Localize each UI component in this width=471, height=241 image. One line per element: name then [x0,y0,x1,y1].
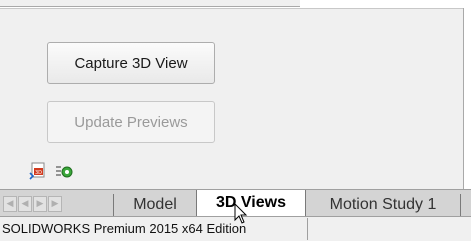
3d-view-icon[interactable]: 3D [29,162,47,180]
tab-model[interactable]: Model [113,194,197,217]
tab-motion-study-1[interactable]: Motion Study 1 [305,194,461,217]
top-toolbar-edge [0,0,471,8]
status-text: SOLIDWORKS Premium 2015 x64 Edition [2,221,247,236]
last-tab-icon[interactable]: ▶ [48,196,62,212]
capture-3d-view-button[interactable]: Capture 3D View [47,42,215,84]
panel-divider [0,8,463,9]
top-toolbar-segment [0,0,300,7]
tab-scroll-buttons: ◀ ◀ ▶ ▶ [3,196,63,212]
first-tab-icon[interactable]: ◀ [3,196,17,212]
tab-3d-views[interactable]: 3D Views [196,190,306,217]
mouse-cursor-icon [234,203,248,224]
update-previews-button[interactable]: Update Previews [47,101,215,143]
solidworks-window: Capture 3D View Update Previews 3D ◀ ◀ ▶… [0,0,471,241]
status-divider [307,218,308,240]
next-tab-icon[interactable]: ▶ [33,196,47,212]
svg-text:3D: 3D [35,170,42,176]
prev-tab-icon[interactable]: ◀ [18,196,32,212]
3d-views-panel: Capture 3D View Update Previews 3D [0,8,464,189]
list-settings-icon[interactable] [55,163,73,181]
